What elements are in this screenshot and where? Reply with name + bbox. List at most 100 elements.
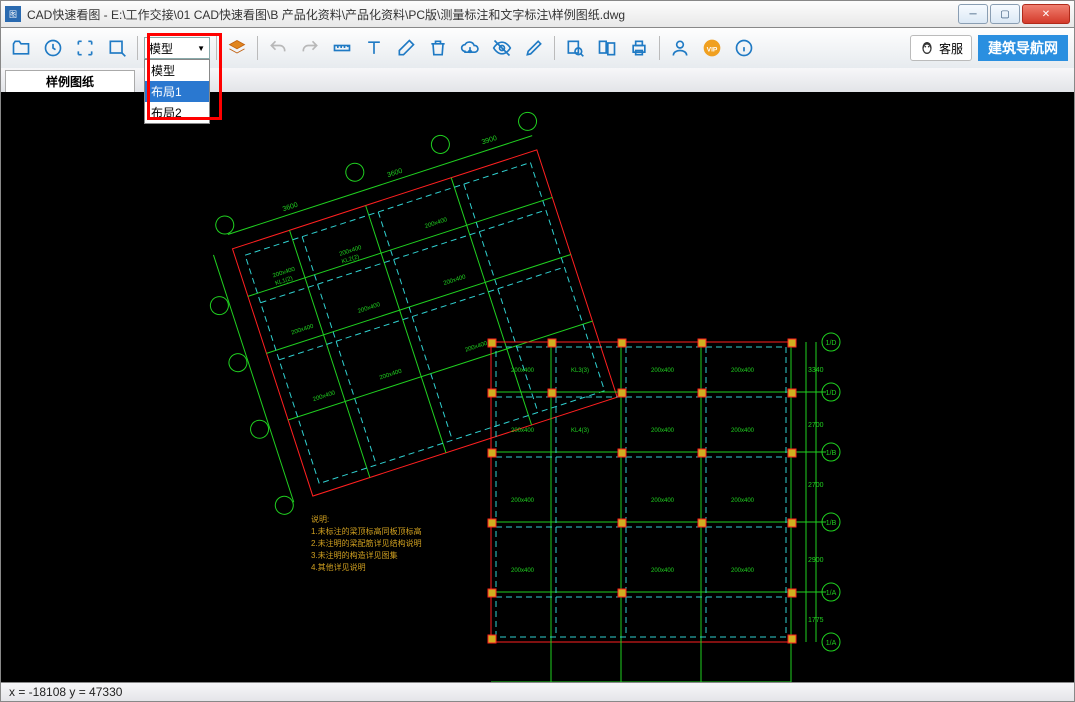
nav-button[interactable]: 建筑导航网	[978, 35, 1068, 61]
svg-text:1/B: 1/B	[826, 450, 837, 457]
clock-icon	[43, 38, 63, 58]
layout-selected-label: 模型	[149, 40, 173, 57]
info-button[interactable]	[730, 34, 758, 62]
svg-text:1/D: 1/D	[826, 390, 837, 397]
redo-button[interactable]	[296, 34, 324, 62]
kefu-button[interactable]: 客服	[910, 35, 972, 61]
window-title: CAD快速看图 - E:\工作交接\01 CAD快速看图\B 产品化资料\产品化…	[27, 6, 956, 23]
open-folder-icon	[11, 38, 31, 58]
svg-text:200x400: 200x400	[443, 274, 467, 287]
eye-off-icon	[492, 38, 512, 58]
separator	[216, 36, 217, 60]
hide-button[interactable]	[488, 34, 516, 62]
compare-button[interactable]	[593, 34, 621, 62]
dropdown-item-layout2[interactable]: 布局2	[145, 102, 209, 123]
dropdown-item-model[interactable]: 模型	[145, 60, 209, 81]
separator	[137, 36, 138, 60]
measure-button[interactable]	[328, 34, 356, 62]
svg-text:200x400: 200x400	[651, 368, 675, 374]
svg-text:200x400: 200x400	[511, 368, 535, 374]
cloud-down-icon	[460, 38, 480, 58]
vip-button[interactable]: VIP	[698, 34, 726, 62]
cloud-button[interactable]	[456, 34, 484, 62]
close-button[interactable]: ✕	[1022, 4, 1070, 24]
zoom-window-button[interactable]	[103, 34, 131, 62]
nav-label: 建筑导航网	[988, 38, 1058, 58]
svg-text:2900: 2900	[808, 557, 824, 564]
text-button[interactable]	[360, 34, 388, 62]
window-controls: ─ ▢ ✕	[956, 4, 1070, 24]
svg-text:200x400: 200x400	[424, 217, 448, 230]
svg-text:1/B: 1/B	[826, 520, 837, 527]
svg-text:200x400: 200x400	[464, 341, 488, 354]
redo-icon	[300, 38, 320, 58]
separator	[554, 36, 555, 60]
svg-text:200x400: 200x400	[731, 498, 755, 504]
zoom-extents-button[interactable]	[71, 34, 99, 62]
statusbar: x = -18108 y = 47330	[0, 682, 1075, 702]
drawing-canvas[interactable]: 200x400KL1(2) 200x400KL2(2) 200x400 200x…	[0, 92, 1075, 682]
eraser-icon	[396, 38, 416, 58]
svg-text:200x400: 200x400	[651, 568, 675, 574]
kefu-label: 客服	[939, 40, 963, 57]
svg-text:3340: 3340	[808, 367, 824, 374]
svg-text:1/A: 1/A	[826, 590, 837, 597]
qq-icon	[919, 40, 935, 56]
printer-icon	[629, 38, 649, 58]
print-button[interactable]	[625, 34, 653, 62]
minimize-button[interactable]: ─	[958, 4, 988, 24]
zoom-window-icon	[107, 38, 127, 58]
extents-icon	[75, 38, 95, 58]
separator	[659, 36, 660, 60]
text-icon	[364, 38, 384, 58]
open-button[interactable]	[7, 34, 35, 62]
tab-label: 样例图纸	[46, 73, 94, 90]
erase-button[interactable]	[392, 34, 420, 62]
vip-icon: VIP	[702, 38, 722, 58]
maximize-button[interactable]: ▢	[990, 4, 1020, 24]
svg-text:3600: 3600	[282, 202, 299, 214]
undo-button[interactable]	[264, 34, 292, 62]
svg-text:200x400: 200x400	[731, 428, 755, 434]
svg-text:KL4(3): KL4(3)	[571, 428, 589, 434]
history-button[interactable]	[39, 34, 67, 62]
layers-icon	[227, 38, 247, 58]
cad-drawing: 200x400KL1(2) 200x400KL2(2) 200x400 200x…	[1, 92, 1074, 682]
svg-text:200x400: 200x400	[291, 323, 315, 336]
svg-text:1775: 1775	[808, 617, 824, 624]
dropdown-item-layout1[interactable]: 布局1	[145, 81, 209, 102]
svg-text:1/D: 1/D	[826, 340, 837, 347]
find-button[interactable]	[561, 34, 589, 62]
svg-text:200x400: 200x400	[731, 368, 755, 374]
svg-text:2700: 2700	[808, 422, 824, 429]
svg-text:2700: 2700	[808, 482, 824, 489]
user-button[interactable]	[666, 34, 694, 62]
ruler-icon	[332, 38, 352, 58]
svg-text:说明:: 说明:	[311, 514, 329, 524]
tab-active[interactable]: 样例图纸	[5, 70, 135, 92]
layout-dropdown[interactable]: 模型 ▼ 模型 布局1 布局2	[144, 37, 210, 59]
svg-text:VIP: VIP	[707, 46, 718, 53]
app-icon: 图	[5, 6, 21, 22]
edit-button[interactable]	[520, 34, 548, 62]
svg-text:3900: 3900	[481, 135, 498, 147]
pencil-icon	[524, 38, 544, 58]
svg-text:3600: 3600	[386, 168, 403, 180]
info-icon	[734, 38, 754, 58]
chevron-down-icon: ▼	[197, 44, 205, 53]
svg-text:KL3(3): KL3(3)	[571, 368, 589, 374]
layers-button[interactable]	[223, 34, 251, 62]
svg-text:200x400: 200x400	[312, 390, 336, 403]
find-icon	[565, 38, 585, 58]
undo-icon	[268, 38, 288, 58]
layout-dropdown-list: 模型 布局1 布局2	[144, 59, 210, 124]
svg-text:200x400: 200x400	[651, 498, 675, 504]
svg-text:200x400: 200x400	[651, 428, 675, 434]
svg-text:200x400: 200x400	[731, 568, 755, 574]
titlebar: 图 CAD快速看图 - E:\工作交接\01 CAD快速看图\B 产品化资料\产…	[0, 0, 1075, 28]
delete-button[interactable]	[424, 34, 452, 62]
user-icon	[670, 38, 690, 58]
compare-icon	[597, 38, 617, 58]
right-badges: 客服 建筑导航网	[910, 35, 1068, 61]
svg-text:200x400: 200x400	[511, 428, 535, 434]
